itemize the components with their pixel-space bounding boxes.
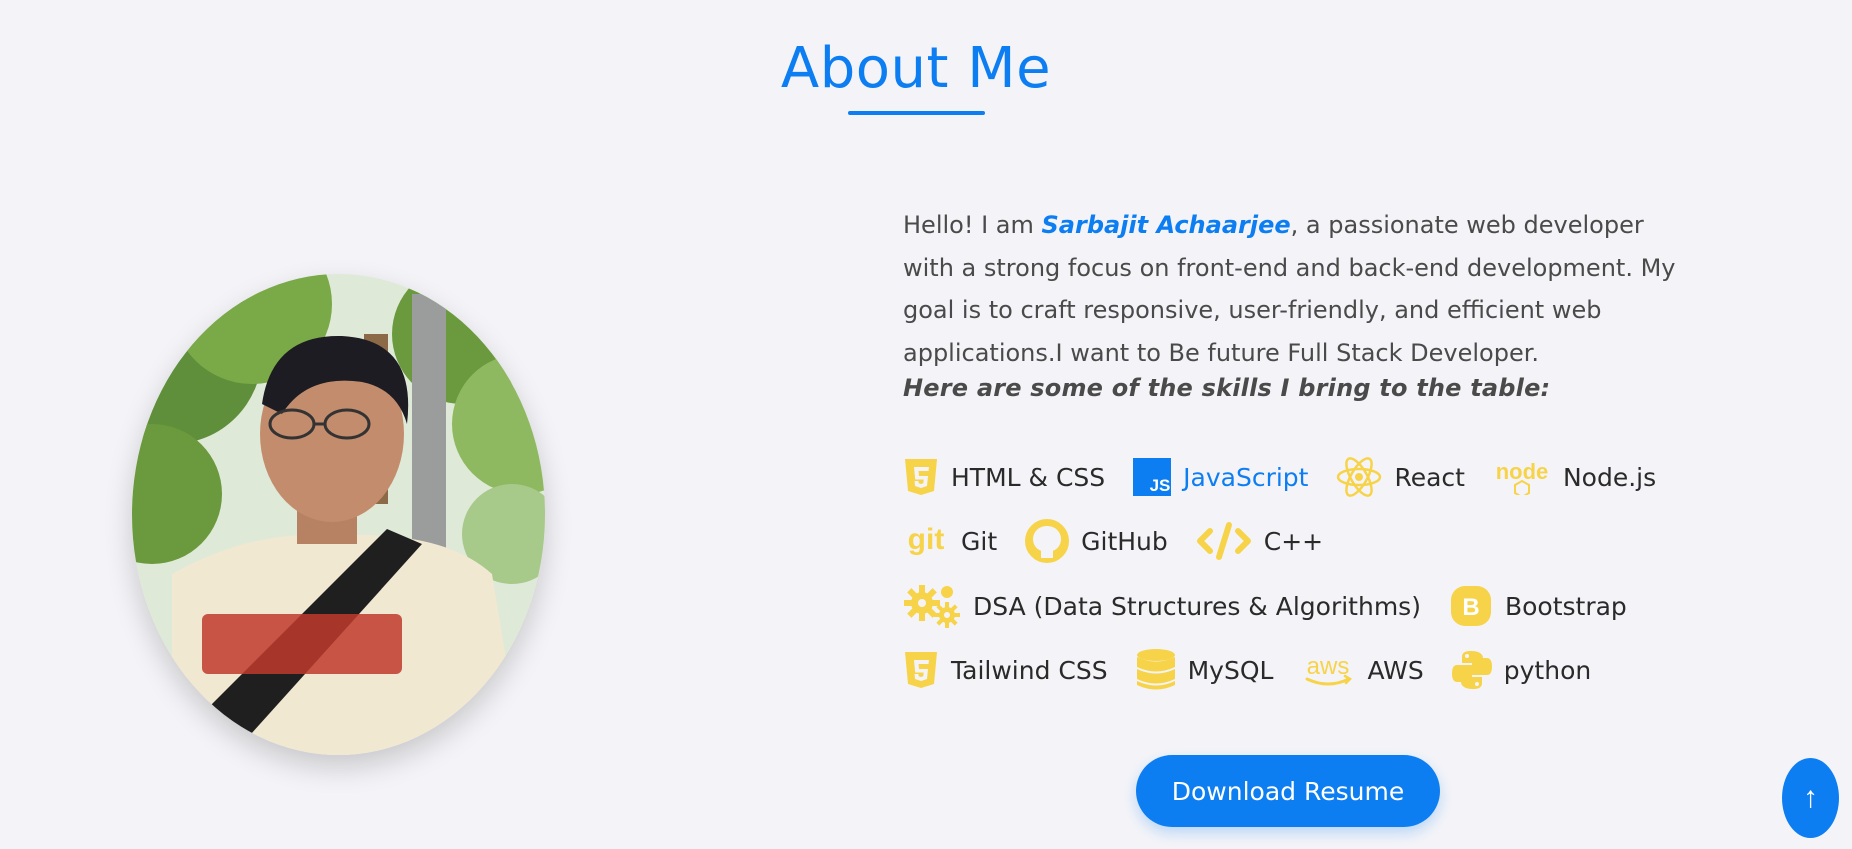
skill-python: python <box>1451 650 1592 690</box>
profile-photo-illustration <box>132 274 545 755</box>
skills-heading: Here are some of the skills I bring to t… <box>903 374 1551 402</box>
git-icon: git <box>903 523 949 559</box>
skill-label: MySQL <box>1187 655 1274 685</box>
about-section: About Me Hello! I am Sarbajit Achaarjee,… <box>0 0 1852 849</box>
profile-photo <box>132 274 545 755</box>
html5-icon <box>903 457 939 497</box>
intro-text-start: Hello! I am <box>903 211 1042 239</box>
skill-mysql: MySQL <box>1136 648 1274 692</box>
svg-text:JS: JS <box>1150 476 1171 495</box>
download-resume-button[interactable]: Download Resume <box>1136 755 1440 827</box>
svg-text:aws: aws <box>1307 653 1350 680</box>
skills-row-2: git Git GitHub C++ <box>903 517 1351 565</box>
skill-label: C++ <box>1263 526 1324 556</box>
skill-javascript: JS JavaScript <box>1133 458 1308 496</box>
python-icon <box>1451 650 1492 690</box>
skill-label: DSA (Data Structures & Algorithms) <box>973 591 1421 621</box>
skill-tailwind: Tailwind CSS <box>903 650 1108 690</box>
arrow-up-icon: ↑ <box>1803 781 1818 814</box>
scroll-to-top-button[interactable]: ↑ <box>1782 758 1839 838</box>
skill-label: Bootstrap <box>1504 591 1627 621</box>
skills-row-4: Tailwind CSS MySQL aws AWS python <box>903 646 1619 694</box>
skill-label: JavaScript <box>1183 462 1309 492</box>
skill-nodejs: node Node.js <box>1493 459 1656 495</box>
svg-text:git: git <box>908 523 945 556</box>
aws-icon: aws <box>1301 652 1355 688</box>
bootstrap-icon: B <box>1449 586 1493 626</box>
javascript-icon: JS <box>1133 458 1172 496</box>
database-icon <box>1136 648 1176 692</box>
skill-label: React <box>1394 462 1465 492</box>
skill-aws: aws AWS <box>1301 652 1424 688</box>
author-name: Sarbajit Achaarjee <box>1041 211 1291 239</box>
skills-row-3: DSA (Data Structures & Algorithms) B Boo… <box>903 582 1655 630</box>
skill-label: python <box>1503 655 1592 685</box>
about-paragraph: Hello! I am Sarbajit Achaarjee, a passio… <box>903 204 1683 374</box>
github-icon <box>1025 519 1070 563</box>
nodejs-icon: node <box>1493 459 1551 495</box>
gears-icon <box>903 583 961 629</box>
code-icon <box>1196 521 1252 561</box>
section-title: About Me <box>780 36 1052 101</box>
skill-label: AWS <box>1367 655 1424 685</box>
skill-git: git Git <box>903 523 997 559</box>
skill-react: React <box>1336 457 1465 497</box>
skill-label: Git <box>961 526 998 556</box>
skills-row-1: HTML & CSS JS JavaScript React node Node… <box>903 453 1684 501</box>
skill-label: GitHub <box>1081 526 1168 556</box>
skill-label: Tailwind CSS <box>951 655 1108 685</box>
css3-icon <box>903 650 939 690</box>
skill-bootstrap: B Bootstrap <box>1449 586 1627 626</box>
skill-label: HTML & CSS <box>951 462 1106 492</box>
skill-label: Node.js <box>1562 462 1657 492</box>
skill-dsa: DSA (Data Structures & Algorithms) <box>903 583 1421 629</box>
react-icon <box>1336 457 1382 497</box>
title-underline <box>848 111 985 115</box>
skill-github: GitHub <box>1025 519 1168 563</box>
skill-cpp: C++ <box>1196 521 1323 561</box>
svg-text:B: B <box>1462 594 1479 621</box>
skill-html-css: HTML & CSS <box>903 457 1105 497</box>
